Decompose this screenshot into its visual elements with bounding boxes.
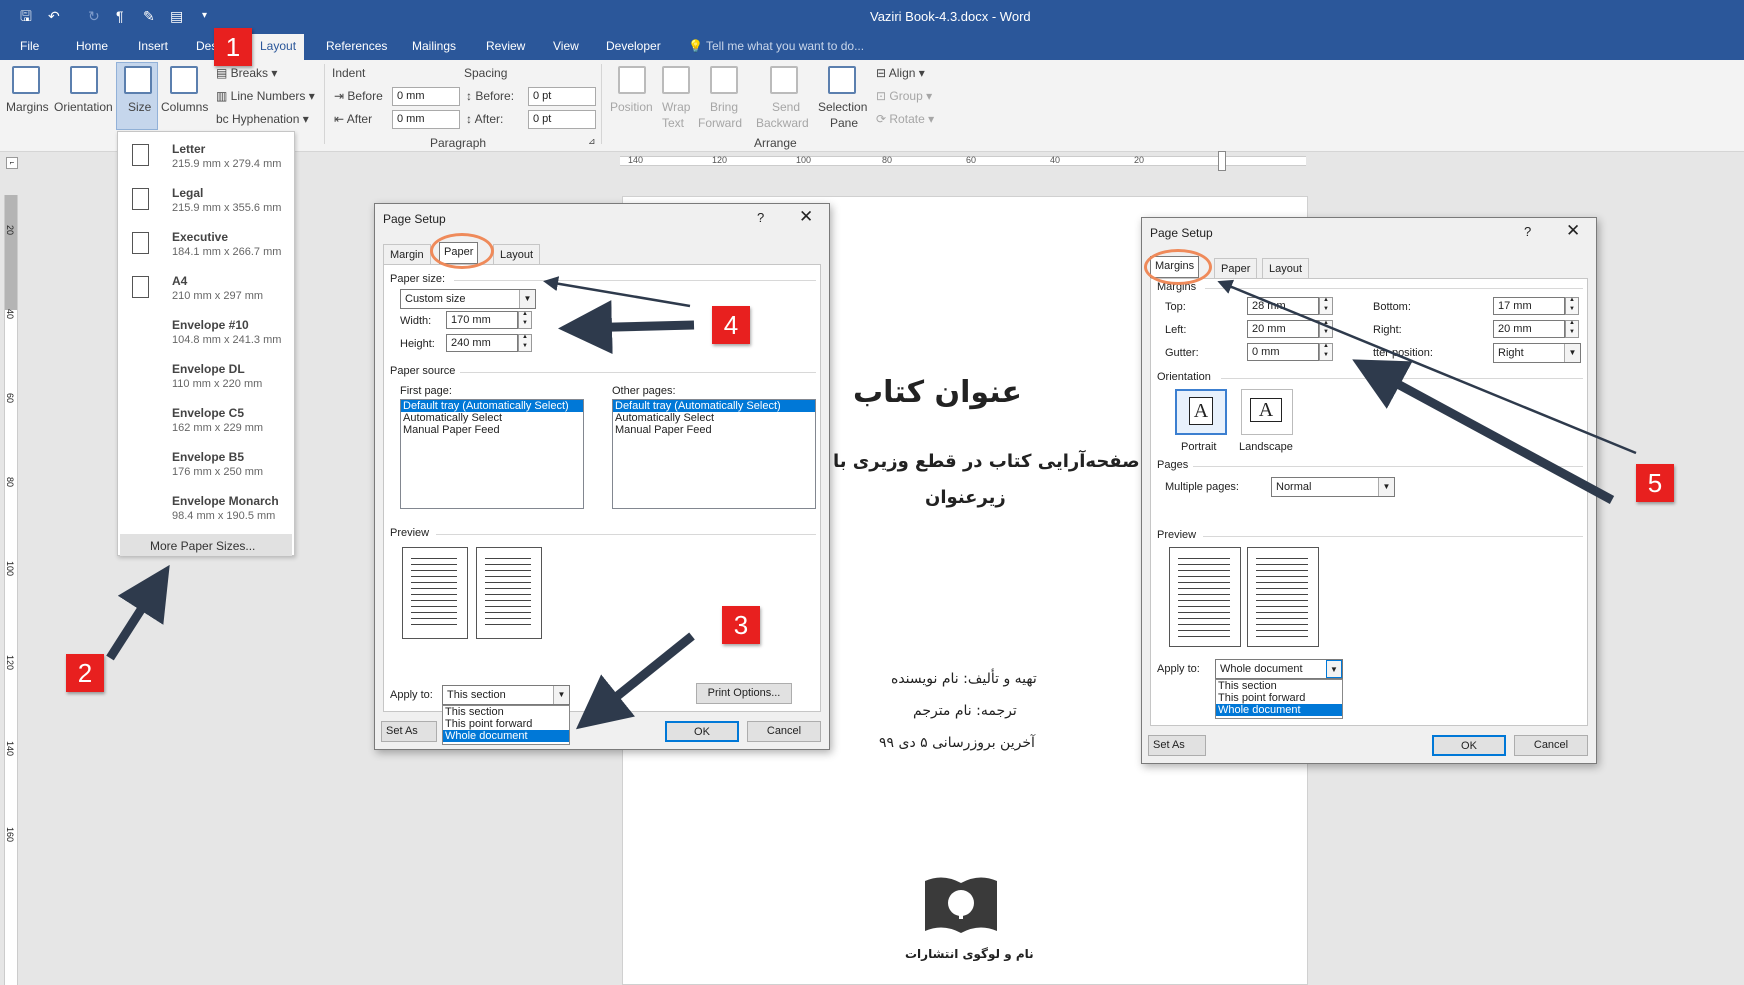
callout-1: 1 — [214, 28, 252, 66]
callout-3: 3 — [722, 606, 760, 644]
arrow-3 — [575, 632, 695, 730]
arrow-4-thin — [543, 276, 691, 308]
arrow-2 — [106, 564, 170, 661]
arrow-5-thick — [1352, 359, 1615, 504]
callout-5: 5 — [1636, 464, 1674, 502]
margins-tab-highlight — [1144, 249, 1212, 285]
paper-tab-highlight — [430, 233, 494, 269]
arrow-5-thin — [1217, 279, 1637, 455]
arrow-4-thick — [558, 300, 695, 355]
callout-4: 4 — [712, 306, 750, 344]
callout-2: 2 — [66, 654, 104, 692]
annotation-arrows — [106, 276, 1637, 730]
